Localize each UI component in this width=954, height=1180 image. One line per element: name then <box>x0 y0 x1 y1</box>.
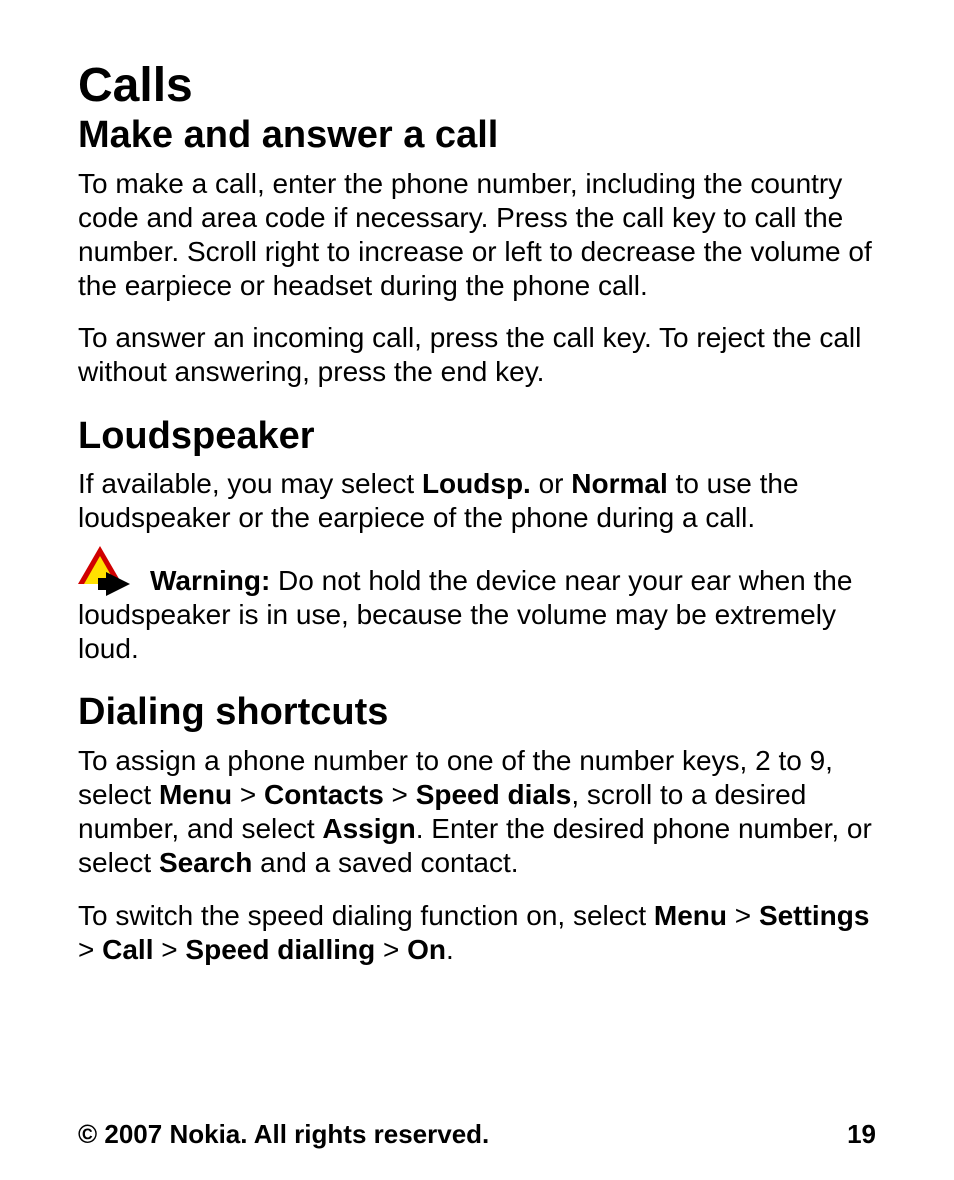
text: and a saved contact. <box>252 847 518 878</box>
heading-loudspeaker: Loudspeaker <box>78 416 876 458</box>
paragraph-loudspeaker: If available, you may select Loudsp. or … <box>78 467 876 535</box>
separator: > <box>375 934 407 965</box>
paragraph-answer-call: To answer an incoming call, press the ca… <box>78 321 876 389</box>
menu-path-contacts: Contacts <box>264 779 384 810</box>
text: If available, you may select <box>78 468 422 499</box>
page-footer: © 2007 Nokia. All rights reserved. 19 <box>78 1091 876 1150</box>
separator: > <box>78 934 102 965</box>
heading-dialing-shortcuts: Dialing shortcuts <box>78 692 876 734</box>
menu-path-speed-dials: Speed dials <box>416 779 572 810</box>
heading-make-answer: Make and answer a call <box>78 115 876 157</box>
separator: > <box>232 779 264 810</box>
text: To switch the speed dialing function on,… <box>78 900 654 931</box>
warning-block: Warning: Do not hold the device near you… <box>78 554 876 666</box>
copyright-text: © 2007 Nokia. All rights reserved. <box>78 1119 489 1150</box>
warning-icon <box>78 554 148 596</box>
menu-path-speed-dialling: Speed dialling <box>185 934 375 965</box>
page-content: Calls Make and answer a call To make a c… <box>78 60 876 1091</box>
document-page: Calls Make and answer a call To make a c… <box>0 0 954 1180</box>
menu-path-on: On <box>407 934 446 965</box>
separator: > <box>154 934 186 965</box>
page-number: 19 <box>847 1119 876 1150</box>
paragraph-make-call: To make a call, enter the phone number, … <box>78 167 876 304</box>
menu-path-menu: Menu <box>159 779 232 810</box>
text: . <box>446 934 454 965</box>
paragraph-enable-speed-dial: To switch the speed dialing function on,… <box>78 899 876 967</box>
menu-path-settings: Settings <box>759 900 869 931</box>
paragraph-assign-shortcut: To assign a phone number to one of the n… <box>78 744 876 881</box>
label-normal: Normal <box>571 468 667 499</box>
separator: > <box>384 779 416 810</box>
menu-path-call: Call <box>102 934 153 965</box>
label-assign: Assign <box>322 813 415 844</box>
heading-calls: Calls <box>78 60 876 113</box>
separator: > <box>727 900 759 931</box>
warning-label: Warning: <box>150 565 270 596</box>
arrow-icon <box>106 572 130 596</box>
label-search: Search <box>159 847 252 878</box>
text: or <box>531 468 571 499</box>
label-loudsp: Loudsp. <box>422 468 531 499</box>
menu-path-menu: Menu <box>654 900 727 931</box>
